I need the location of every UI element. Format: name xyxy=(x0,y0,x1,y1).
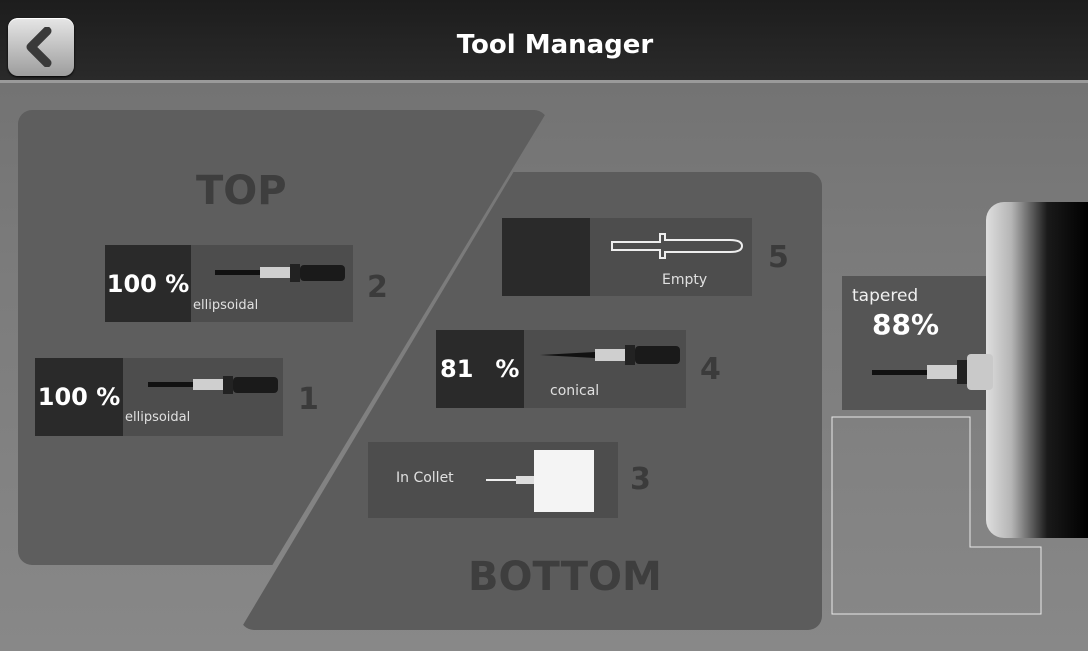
tool-slot-1-type: ellipsoidal xyxy=(125,410,191,425)
tool-slot-4-type: conical xyxy=(550,383,600,399)
spindle-tool-percent: 88% xyxy=(872,308,940,341)
tool-slot-5-empty-box xyxy=(502,218,590,296)
bottom-label: BOTTOM xyxy=(468,554,662,600)
ellipsoidal-tool-icon xyxy=(148,370,283,400)
tool-slot-3-number: 3 xyxy=(630,462,651,497)
top-label: TOP xyxy=(196,168,287,214)
tool-slot-3-status: In Collet xyxy=(396,470,454,486)
tapered-tool-icon xyxy=(872,352,996,392)
tool-slot-5-status: Empty xyxy=(662,272,708,288)
tool-slot-4-percent-box: 81 % xyxy=(436,330,524,408)
tool-slot-4-number: 4 xyxy=(700,352,721,387)
spindle-outline-decoration xyxy=(831,416,1042,615)
spindle-tool-type: tapered xyxy=(852,286,919,306)
tool-slot-1-percent: 100 % xyxy=(35,358,123,436)
page-title: Tool Manager xyxy=(456,30,654,60)
tool-slot-2-number: 2 xyxy=(367,270,388,305)
tool-slot-2-percent: 100 % xyxy=(105,245,191,322)
tool-slot-4-percent-sign: % xyxy=(495,355,520,383)
ellipsoidal-tool-icon xyxy=(215,258,350,288)
tool-slot-5-number: 5 xyxy=(768,240,789,275)
conical-tool-icon xyxy=(540,340,685,370)
tool-slot-1-number: 1 xyxy=(298,382,319,417)
empty-tool-outline-icon xyxy=(610,226,745,266)
tool-slot-2-type: ellipsoidal xyxy=(193,298,259,313)
collet-tool-icon xyxy=(486,448,596,512)
tool-slot-4-percent-value: 81 xyxy=(440,355,474,383)
